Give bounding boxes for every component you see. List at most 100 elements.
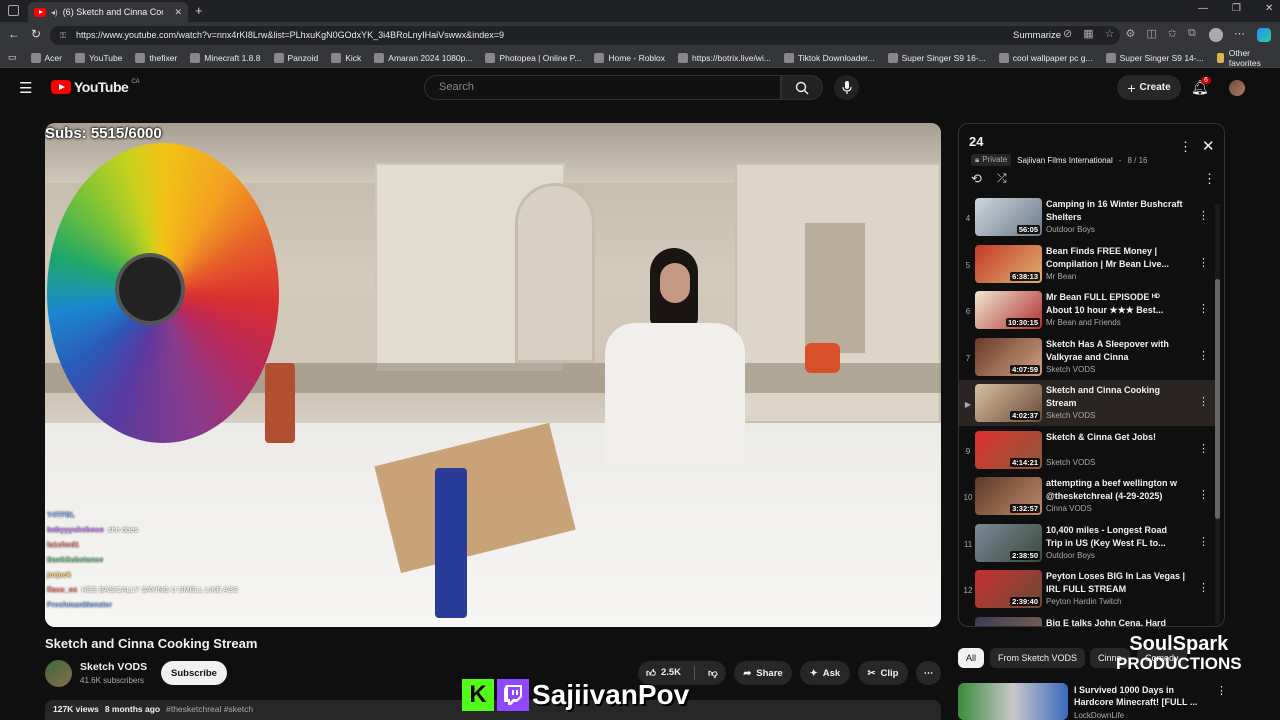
other-favorites[interactable]: Other favorites [1216,48,1268,68]
browser-tab[interactable]: ◂) (6) Sketch and Cinna Cookin... ✕ [28,2,188,22]
new-tab-icon[interactable]: + [195,3,203,18]
split-screen-icon[interactable]: ◫ [1146,27,1156,40]
search-input[interactable]: Search [424,75,781,100]
recommended-more-icon[interactable]: ⋮ [1216,684,1227,697]
playlist-item-title[interactable]: Camping in 16 Winter Bushcraft Shelters [1046,198,1186,224]
item-more-icon[interactable]: ⋮ [1198,442,1209,455]
extensions-icon[interactable]: ⚙ [1126,27,1136,40]
bookmark-item[interactable]: Panzoid [273,52,318,63]
bookmark-item[interactable]: Kick [331,52,361,63]
playlist-item-thumbnail[interactable]: 4:14:21 [975,430,1042,469]
shuffle-icon[interactable]: ⤮ [997,171,1007,186]
audio-icon[interactable]: ◂) [51,8,58,17]
voice-search-button[interactable] [834,75,859,100]
playlist-item-title[interactable]: Bean Finds FREE Money | Compilation | Mr… [1046,245,1186,271]
item-more-icon[interactable]: ⋮ [1198,535,1209,548]
playlist-item-title[interactable]: Mr Bean FULL EPISODE ᴴᴰ About 10 hour ★★… [1046,291,1186,317]
playlist-item-thumbnail[interactable]: 56:05 [975,198,1042,236]
favorite-star-icon[interactable]: ☆ [1105,27,1115,40]
playlist-item[interactable]: Big E talks John Cena, Hard⋮ [959,613,1217,627]
playlist-item[interactable]: 10 3:32:57 attempting a beef wellington w … [959,473,1217,519]
bookmark-item[interactable]: Amaran 2024 1080p... [374,52,472,63]
hashtags[interactable]: #thesketchreal #sketch [166,704,253,716]
share-button[interactable]: ➦ Share [734,661,792,685]
playlist-item-title[interactable]: Peyton Loses BIG In Las Vegas | IRL FULL… [1046,570,1186,596]
playlist-item-thumbnail[interactable]: 4:02:37 [975,384,1042,422]
browser-menu-icon[interactable]: ⋯ [1234,27,1245,40]
item-more-icon[interactable]: ⋮ [1198,581,1209,594]
back-icon[interactable]: ← [8,27,20,41]
playlist-item[interactable]: 4 56:05 Camping in 16 Winter Bushcraft She… [959,194,1217,240]
bookmark-item[interactable]: Tiktok Downloader... [783,52,875,63]
video-player[interactable]: Subs: 5515/6000 Y4TFEL babyyyukeboso she d… [45,123,941,627]
restore-icon[interactable]: ❐ [1232,3,1241,14]
bookmark-item[interactable]: thefixer [135,52,177,63]
channel-name[interactable]: Sketch VODS [80,661,147,673]
item-more-icon[interactable]: ⋮ [1198,395,1209,408]
recommended-title[interactable]: I Survived 1000 Days in Hardcore Minecra… [1074,684,1214,708]
bookmark-item[interactable]: Super Singer S9 14-... [1105,52,1204,63]
youtube-logo[interactable]: YouTube CA [51,79,140,95]
playlist-item[interactable]: 5 6:38:13 Bean Finds FREE Money | Compilat… [959,241,1217,287]
playlist-item-thumbnail[interactable]: 6:38:13 [975,244,1042,283]
like-button[interactable]: 👍︎ 2.5K [646,667,681,679]
ask-button[interactable]: ✦ Ask [800,661,850,685]
collections-icon[interactable]: ⧉ [1188,27,1196,40]
site-info-icon[interactable]: ⚿ [60,26,66,45]
channel-avatar[interactable] [45,660,72,687]
item-more-icon[interactable]: ⋮ [1198,302,1209,315]
playlist-item-title[interactable]: Sketch Has A Sleepover with Valkyrae and… [1046,338,1186,364]
playlist-item[interactable]: 7 4:07:59 Sketch Has A Sleepover with Valk… [959,334,1217,380]
bookmark-item[interactable]: cool wallpaper pc g... [998,52,1093,63]
bookmark-sidebar-icon[interactable]: ▭ [8,52,17,63]
window-close-icon[interactable]: ✕ [1265,3,1273,14]
summarize-button[interactable]: Summarize [1013,30,1061,41]
playlist-title[interactable]: 24 [969,134,983,149]
bookmark-item[interactable]: Super Singer S9 16-... [887,52,986,63]
playlist-item[interactable]: ▶ 4:02:37 Sketch and Cinna Cooking Stream S… [959,380,1217,426]
playlist-more-icon[interactable]: ⋮ [1179,139,1192,155]
create-button[interactable]: + Create [1117,75,1181,100]
tab-actions-icon[interactable] [8,5,19,16]
clip-button[interactable]: ✂ Clip [858,661,908,685]
scrollbar-thumb[interactable] [1215,279,1220,519]
subscribe-button[interactable]: Subscribe [161,661,227,685]
playlist-item-thumbnail[interactable]: 10:30:15 [975,291,1042,329]
minimize-icon[interactable]: — [1198,3,1208,14]
loop-icon[interactable]: ⟲ [971,171,982,187]
more-actions-button[interactable]: ⋯ [916,661,941,685]
bookmark-item[interactable]: Minecraft 1.8.8 [190,52,261,63]
playlist-item-title[interactable]: Sketch & Cinna Get Jobs! [1046,431,1186,444]
chip-all[interactable]: All [958,648,985,668]
bookmark-item[interactable]: Acer [30,52,62,63]
search-button[interactable] [781,75,823,100]
url-field[interactable]: ⚿ https://www.youtube.com/watch?v=nnx4rK… [50,26,1120,45]
read-aloud-icon[interactable]: ⊘ [1063,27,1072,40]
item-more-icon[interactable]: ⋮ [1198,488,1209,501]
playlist-options-icon[interactable]: ⋮ [1203,171,1216,187]
playlist-item-title[interactable]: Big E talks John Cena, Hard [1046,617,1186,627]
playlist-item[interactable]: 12 2:39:40 Peyton Loses BIG In Las Vegas |… [959,566,1217,612]
tab-close-icon[interactable]: ✕ [174,7,182,18]
playlist-item-thumbnail[interactable]: 3:32:57 [975,477,1042,515]
playlist-close-icon[interactable]: ✕ [1202,137,1215,155]
reader-icon[interactable]: ▦ [1083,27,1093,40]
item-more-icon[interactable]: ⋮ [1198,209,1209,222]
playlist-item[interactable]: 9 4:14:21 Sketch & Cinna Get Jobs! Sketch V… [959,427,1217,473]
bookmark-item[interactable]: YouTube [75,52,122,63]
refresh-icon[interactable]: ↻ [31,27,41,41]
playlist-item[interactable]: 11 2:38:50 10,400 miles - Longest Road Tri… [959,520,1217,566]
hamburger-menu-icon[interactable]: ☰ [19,79,32,97]
profile-avatar[interactable] [1209,28,1223,42]
account-avatar[interactable] [1229,80,1245,96]
playlist-scrollbar[interactable] [1215,204,1220,624]
recommended-channel[interactable]: LockDownLife [1074,711,1124,720]
playlist-item-thumbnail[interactable]: 2:38:50 [975,523,1042,562]
thumbs-down-icon[interactable]: 👎︎ [708,667,718,679]
playlist-item-title[interactable]: 10,400 miles - Longest Road Trip in US (… [1046,524,1186,550]
recommended-thumbnail[interactable] [958,683,1068,720]
bookmark-item[interactable]: Photopea | Online P... [485,52,581,63]
playlist-item-thumbnail[interactable]: 2:39:40 [975,570,1042,608]
playlist-item-thumbnail[interactable] [975,616,1042,626]
playlist-owner[interactable]: Sajiivan Films International [1017,156,1113,165]
